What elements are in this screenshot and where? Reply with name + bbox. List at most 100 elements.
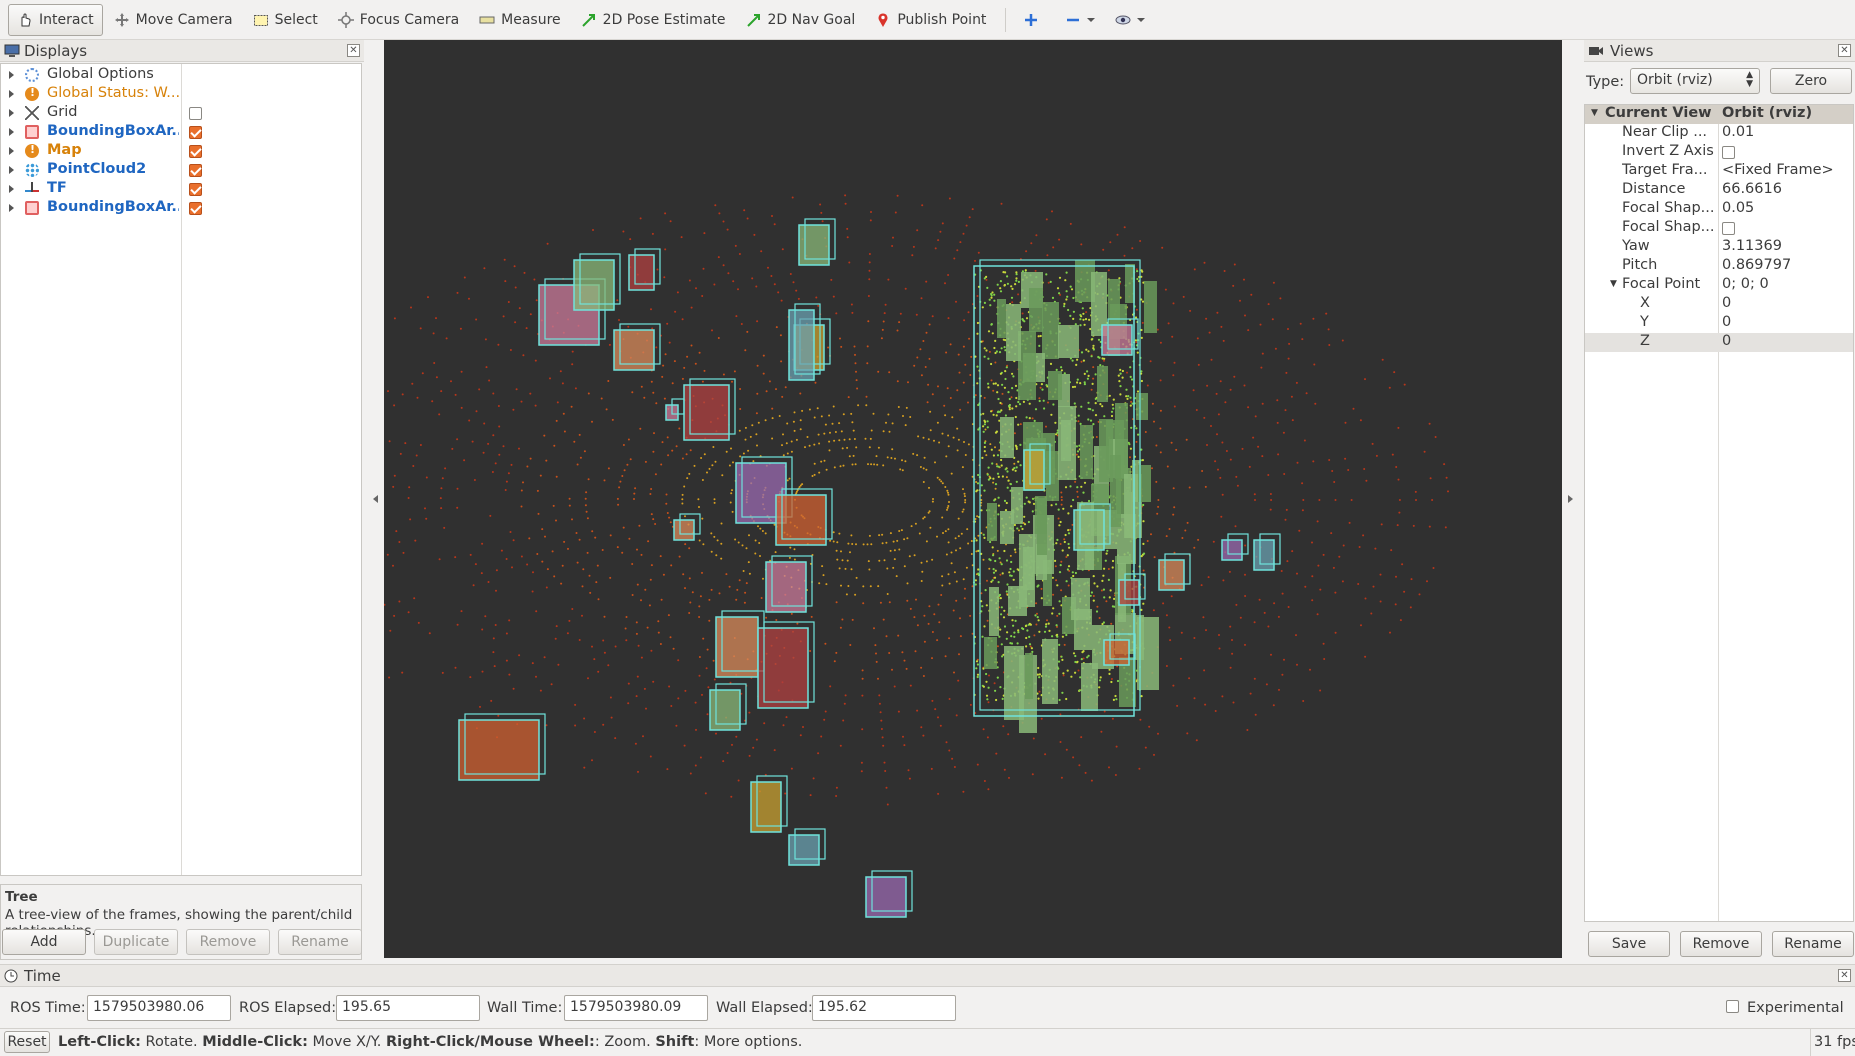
plus-icon bbox=[1025, 13, 1038, 26]
display-item-4[interactable]: ! Map bbox=[1, 142, 361, 161]
display-enabled-checkbox[interactable] bbox=[189, 107, 202, 120]
grid-icon bbox=[25, 106, 39, 120]
publish-point-tool-button[interactable]: Publish Point bbox=[866, 4, 995, 36]
display-item-6[interactable]: TF bbox=[1, 180, 361, 199]
expand-arrow-icon[interactable] bbox=[9, 204, 14, 212]
displays-tree[interactable]: Global Options! Global Status: W... Grid Bo… bbox=[0, 63, 362, 876]
display-enabled-checkbox[interactable] bbox=[189, 145, 202, 158]
view-property-value[interactable]: 0 bbox=[1722, 314, 1850, 330]
toolbar-separator bbox=[1005, 7, 1007, 32]
experimental-checkbox[interactable] bbox=[1726, 1000, 1739, 1013]
interact-tool-button[interactable]: Interact bbox=[8, 3, 103, 36]
publish-point-tool-label: Publish Point bbox=[897, 11, 987, 28]
display-item-3[interactable]: BoundingBoxAr... bbox=[1, 123, 361, 142]
add-tool-button[interactable] bbox=[1014, 4, 1054, 36]
expand-arrow-icon[interactable] bbox=[9, 128, 14, 136]
ros-elapsed-field[interactable]: 195.65 bbox=[336, 995, 480, 1021]
wall-elapsed-field[interactable]: 195.62 bbox=[812, 995, 956, 1021]
display-enabled-checkbox[interactable] bbox=[189, 202, 202, 215]
display-item-1[interactable]: ! Global Status: W... bbox=[1, 85, 361, 104]
select-tool-button[interactable]: Select bbox=[244, 4, 327, 36]
view-property-row[interactable]: ▼ Focal Point 0; 0; 0 bbox=[1585, 276, 1853, 295]
view-properties-tree[interactable]: ▼ Current View Orbit (rviz) Near Clip ... 0.… bbox=[1584, 104, 1854, 922]
view-property-value[interactable]: 3.11369 bbox=[1722, 238, 1850, 254]
view-property-row[interactable]: Distance 66.6616 bbox=[1585, 181, 1853, 200]
pose-estimate-tool-button[interactable]: 2D Pose Estimate bbox=[572, 4, 735, 36]
duplicate-display-button[interactable]: Duplicate bbox=[94, 929, 178, 955]
close-icon[interactable]: ✕ bbox=[1838, 44, 1851, 57]
view-property-value[interactable]: 0; 0; 0 bbox=[1722, 276, 1850, 292]
view-property-value[interactable]: <Fixed Frame> bbox=[1722, 162, 1850, 178]
focus-camera-tool-button[interactable]: Focus Camera bbox=[329, 4, 468, 36]
warning-icon: ! bbox=[25, 143, 39, 158]
view-property-row[interactable]: Z0 bbox=[1585, 333, 1853, 352]
view-property-row[interactable]: Invert Z Axis bbox=[1585, 143, 1853, 162]
wall-time-field[interactable]: 1579503980.09 bbox=[564, 995, 708, 1021]
left-splitter-collapse-icon[interactable] bbox=[373, 495, 378, 503]
measure-tool-button[interactable]: Measure bbox=[470, 4, 570, 36]
expand-arrow-icon[interactable] bbox=[9, 90, 14, 98]
remove-display-button[interactable]: Remove bbox=[186, 929, 270, 955]
view-property-value[interactable]: 0 bbox=[1722, 295, 1850, 311]
add-display-button[interactable]: Add bbox=[2, 929, 86, 955]
rename-display-button[interactable]: Rename bbox=[278, 929, 362, 955]
hint-left-key: Left-Click: bbox=[58, 1034, 141, 1050]
view-property-checkbox[interactable] bbox=[1722, 222, 1735, 235]
display-item-5[interactable]: PointCloud2 bbox=[1, 161, 361, 180]
view-property-row[interactable]: Y0 bbox=[1585, 314, 1853, 333]
zero-view-button[interactable]: Zero bbox=[1770, 68, 1852, 94]
display-item-label: Grid bbox=[47, 104, 78, 120]
expand-arrow-icon[interactable] bbox=[9, 185, 14, 193]
remove-view-button[interactable]: Remove bbox=[1680, 931, 1762, 957]
display-enabled-checkbox[interactable] bbox=[189, 126, 202, 139]
view-property-row[interactable]: Near Clip ... 0.01 bbox=[1585, 124, 1853, 143]
view-property-value[interactable]: 0.01 bbox=[1722, 124, 1850, 140]
collapse-arrow-icon[interactable]: ▼ bbox=[1610, 279, 1617, 289]
expand-arrow-icon[interactable] bbox=[9, 166, 14, 174]
interact-tool-label: Interact bbox=[39, 11, 94, 28]
current-view-header[interactable]: ▼ Current View Orbit (rviz) bbox=[1585, 105, 1853, 124]
hint-right-key: Right-Click/Mouse Wheel: bbox=[385, 1034, 595, 1050]
view-property-row[interactable]: Focal Shap... 0.05 bbox=[1585, 200, 1853, 219]
displays-button-row: Add Duplicate Remove Rename bbox=[2, 929, 362, 955]
hint-right: : Zoom. bbox=[594, 1034, 656, 1050]
display-enabled-checkbox[interactable] bbox=[189, 164, 202, 177]
right-splitter-collapse-icon[interactable] bbox=[1568, 495, 1573, 503]
remove-tool-dropdown[interactable] bbox=[1056, 4, 1104, 36]
view-property-row[interactable]: Target Fra... <Fixed Frame> bbox=[1585, 162, 1853, 181]
view-property-value[interactable]: 0.869797 bbox=[1722, 257, 1850, 273]
expand-arrow-icon[interactable] bbox=[9, 109, 14, 117]
collapse-arrow-icon[interactable]: ▼ bbox=[1591, 108, 1598, 118]
view-type-select[interactable]: Orbit (rviz) ▲ ▼ bbox=[1630, 68, 1760, 94]
display-item-7[interactable]: BoundingBoxAr... bbox=[1, 199, 361, 218]
view-property-value[interactable]: 0 bbox=[1722, 333, 1850, 349]
rename-view-button[interactable]: Rename bbox=[1772, 931, 1854, 957]
close-icon[interactable]: ✕ bbox=[1838, 969, 1851, 982]
view-property-value[interactable]: 0.05 bbox=[1722, 200, 1850, 216]
view-property-row[interactable]: Yaw 3.11369 bbox=[1585, 238, 1853, 257]
reset-button[interactable]: Reset bbox=[4, 1031, 50, 1053]
focus-camera-tool-label: Focus Camera bbox=[359, 11, 460, 28]
view-property-row[interactable]: Focal Shap... bbox=[1585, 219, 1853, 238]
view-property-row[interactable]: X0 bbox=[1585, 295, 1853, 314]
nav-goal-tool-button[interactable]: 2D Nav Goal bbox=[737, 4, 865, 36]
display-enabled-checkbox[interactable] bbox=[189, 183, 202, 196]
view-options-dropdown[interactable] bbox=[1106, 4, 1154, 36]
display-item-0[interactable]: Global Options bbox=[1, 66, 361, 85]
close-icon[interactable]: ✕ bbox=[347, 44, 360, 57]
view-property-row[interactable]: Pitch 0.869797 bbox=[1585, 257, 1853, 276]
view-property-value[interactable]: 66.6616 bbox=[1722, 181, 1850, 197]
move-camera-tool-label: Move Camera bbox=[135, 11, 233, 28]
select-rectangle-icon bbox=[253, 14, 268, 26]
move-camera-tool-button[interactable]: Move Camera bbox=[105, 4, 242, 36]
ros-time-field[interactable]: 1579503980.06 bbox=[87, 995, 231, 1021]
view-property-checkbox[interactable] bbox=[1722, 146, 1735, 159]
monitor-icon bbox=[4, 44, 20, 57]
expand-arrow-icon[interactable] bbox=[9, 147, 14, 155]
render-3d-view[interactable] bbox=[384, 40, 1562, 958]
expand-arrow-icon[interactable] bbox=[9, 71, 14, 79]
views-panel-title: Views bbox=[1610, 41, 1654, 60]
save-view-button[interactable]: Save bbox=[1588, 931, 1670, 957]
displays-panel-title: Displays bbox=[24, 41, 88, 60]
display-item-2[interactable]: Grid bbox=[1, 104, 361, 123]
